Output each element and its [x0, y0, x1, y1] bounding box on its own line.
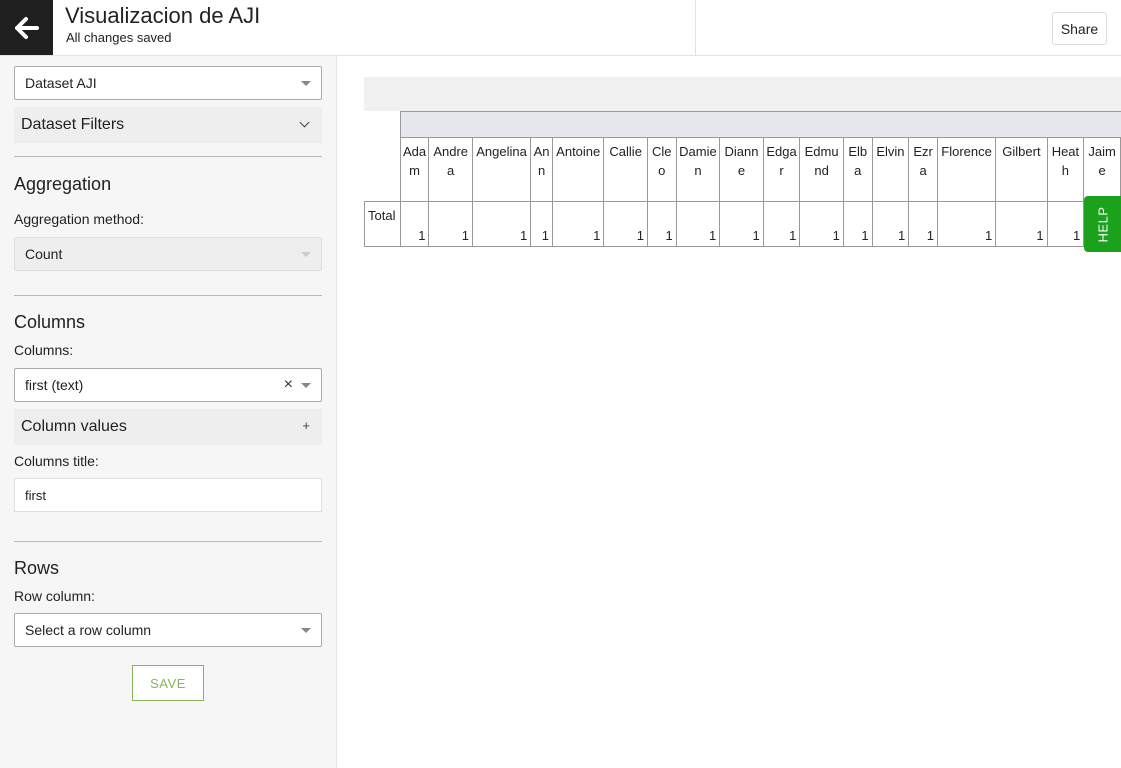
table-cell: 1 — [428, 201, 473, 247]
row-column-placeholder: Select a row column — [25, 622, 152, 638]
caret-down-icon — [301, 81, 311, 86]
table-cell: 1 — [552, 201, 605, 247]
table-cell: 1 — [908, 201, 938, 247]
table-row: Total 1 1 1 1 1 1 1 1 1 1 1 1 1 1 1 1 1 … — [364, 201, 1121, 247]
help-tab[interactable]: HELP — [1084, 196, 1121, 252]
pivot-toolbar-band — [364, 77, 1121, 111]
columns-title-label: Columns title: — [14, 453, 99, 469]
chevron-down-icon — [299, 117, 310, 128]
row-header-total: Total — [364, 201, 401, 247]
dataset-filters-toggle[interactable]: Dataset Filters — [14, 107, 322, 143]
help-label: HELP — [1095, 206, 1110, 242]
table-cell: 1 — [471, 201, 532, 247]
column-values-label: Column values — [21, 418, 127, 435]
table-cell: 1 — [762, 201, 801, 247]
dataset-filters-label: Dataset Filters — [21, 116, 125, 133]
aggregation-title: Aggregation — [14, 174, 112, 194]
arrow-left-icon — [14, 16, 39, 39]
save-status: All changes saved — [66, 30, 172, 45]
rows-title: Rows — [14, 558, 60, 578]
pivot-area: Adam Andrea Angelina Ann Antoine Callie … — [338, 56, 1121, 768]
caret-down-icon — [301, 628, 311, 633]
row-column-select[interactable]: Select a row column — [14, 613, 322, 647]
column-header: Elba — [842, 137, 873, 202]
column-header: Florence — [936, 137, 997, 202]
column-header: Andrea — [428, 137, 473, 202]
header-divider — [695, 0, 696, 55]
sidebar-panel: Dataset AJI Dataset Filters Aggregation … — [0, 56, 337, 768]
pivot-corner-cell — [364, 137, 401, 202]
column-header: Edmund — [799, 137, 844, 202]
table-cell: 1 — [842, 201, 873, 247]
table-cell: 1 — [530, 201, 554, 247]
page-title: Visualizacion de AJI — [65, 3, 261, 28]
top-header: Visualizacion de AJI All changes saved S… — [0, 0, 1121, 56]
aggregation-method-label: Aggregation method: — [14, 211, 144, 227]
table-cell: 1 — [399, 201, 430, 247]
pivot-table: Adam Andrea Angelina Ann Antoine Callie … — [364, 137, 1121, 247]
section-divider — [14, 156, 322, 157]
caret-down-icon — [301, 252, 311, 257]
column-header: Cleo — [646, 137, 677, 202]
column-header: Elvin — [871, 137, 910, 202]
aggregation-method-select[interactable]: Count — [14, 237, 322, 271]
plus-icon: + — [302, 418, 310, 433]
table-cell: 1 — [995, 201, 1048, 247]
table-cell: 1 — [675, 201, 721, 247]
section-divider — [14, 295, 322, 296]
pivot-column-band — [400, 111, 1121, 138]
table-cell: 1 — [646, 201, 677, 247]
column-header: Antoine — [552, 137, 605, 202]
caret-down-icon — [301, 383, 311, 388]
dataset-select-value: Dataset AJI — [25, 75, 97, 91]
aggregation-method-value: Count — [25, 246, 63, 262]
table-cell: 1 — [936, 201, 997, 247]
columns-select[interactable]: first (text) × — [14, 368, 322, 402]
share-button[interactable]: Share — [1052, 12, 1107, 45]
column-header: Ann — [530, 137, 554, 202]
columns-select-value: first (text) — [25, 377, 84, 393]
column-header: Jaime — [1083, 137, 1121, 202]
section-divider — [14, 541, 322, 542]
column-header: Callie — [603, 137, 648, 202]
columns-title: Columns — [14, 312, 86, 332]
table-cell: 1 — [719, 201, 764, 247]
back-button[interactable] — [0, 0, 53, 55]
dataset-select[interactable]: Dataset AJI — [14, 66, 322, 100]
pivot-header-row: Adam Andrea Angelina Ann Antoine Callie … — [364, 137, 1121, 202]
columns-label: Columns: — [14, 342, 74, 358]
column-header: Adam — [399, 137, 430, 202]
column-header: Ezra — [908, 137, 938, 202]
table-cell: 1 — [603, 201, 648, 247]
column-header: Angelina — [471, 137, 532, 202]
column-header: Heath — [1046, 137, 1085, 202]
column-header: Damien — [675, 137, 721, 202]
table-cell: 1 — [799, 201, 844, 247]
column-header: Dianne — [719, 137, 764, 202]
column-header: Gilbert — [995, 137, 1048, 202]
save-button[interactable]: SAVE — [132, 665, 204, 701]
table-cell: 1 — [871, 201, 910, 247]
columns-title-input[interactable] — [14, 478, 322, 512]
column-values-toggle[interactable]: Column values + — [14, 409, 322, 445]
row-column-label: Row column: — [14, 588, 95, 604]
table-cell: 1 — [1046, 201, 1085, 247]
column-header: Edgar — [762, 137, 801, 202]
clear-selection-icon[interactable]: × — [284, 376, 293, 394]
